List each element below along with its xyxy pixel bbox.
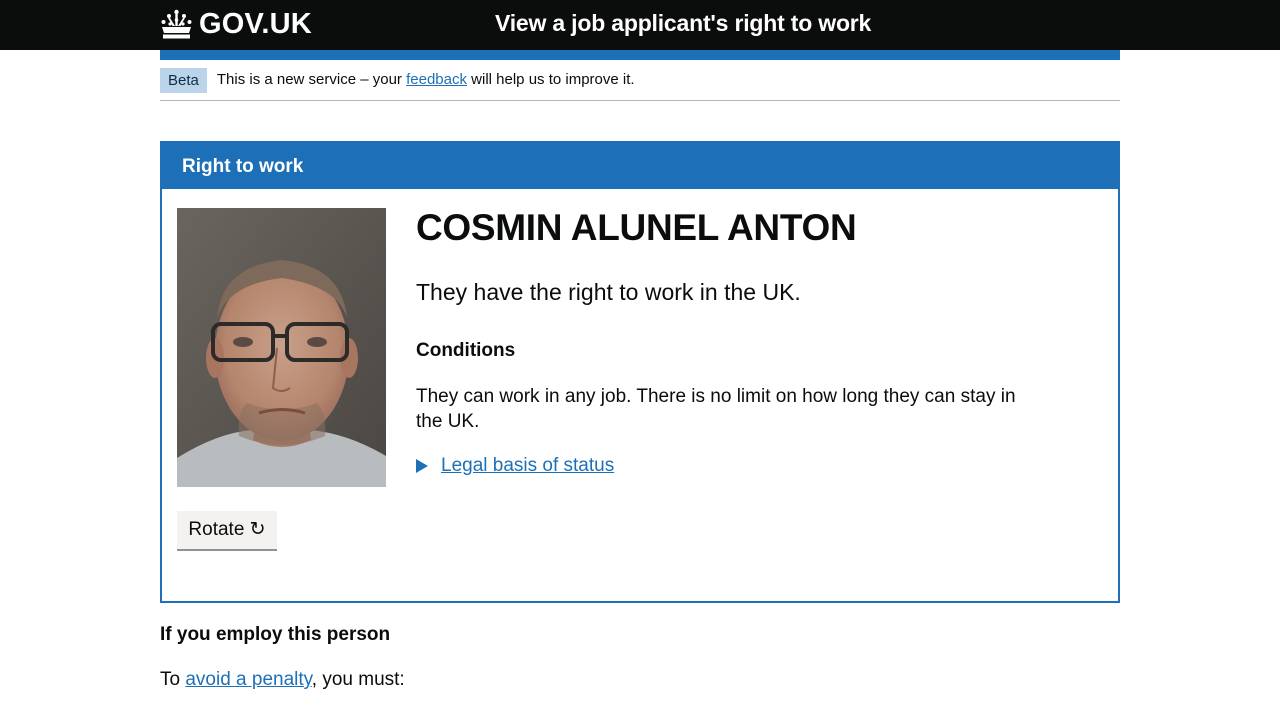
- crown-icon: [160, 9, 193, 40]
- legal-basis-link[interactable]: Legal basis of status: [441, 455, 614, 477]
- employ-text-before: To: [160, 669, 181, 690]
- employ-instructions: To avoid a penalty, you must:: [160, 669, 405, 691]
- rotate-button[interactable]: Rotate ↻: [177, 511, 277, 551]
- govuk-logo-link[interactable]: GOV.UK: [160, 6, 312, 42]
- conditions-text: They can work in any job. There is no li…: [416, 386, 1016, 432]
- right-to-work-status: They have the right to work in the UK.: [416, 279, 801, 305]
- conditions-title: Conditions: [416, 340, 516, 361]
- person-name: COSMIN ALUNEL ANTON: [416, 207, 857, 248]
- phase-banner-text: This is a new service – your feedback wi…: [217, 68, 635, 92]
- header-blue-bar: [160, 50, 1120, 60]
- expand-triangle-icon[interactable]: [416, 459, 428, 473]
- legal-basis-details[interactable]: Legal basis of status: [416, 455, 614, 477]
- govuk-header: GOV.UK View a job applicant's right to w…: [0, 0, 1280, 50]
- employ-text-after: , you must:: [311, 669, 405, 690]
- employ-section-title: If you employ this person: [160, 624, 391, 645]
- service-name[interactable]: View a job applicant's right to work: [495, 10, 871, 37]
- logo-text: GOV.UK: [199, 7, 312, 40]
- phase-banner: Beta This is a new service – your feedba…: [160, 68, 1120, 101]
- applicant-photo: [177, 208, 386, 487]
- beta-tag: Beta: [160, 68, 207, 93]
- panel-heading: Right to work: [162, 143, 1118, 189]
- avoid-penalty-link[interactable]: avoid a penalty: [185, 669, 311, 690]
- phase-text-before: This is a new service – your: [216, 71, 402, 88]
- feedback-link[interactable]: feedback: [406, 71, 467, 88]
- right-to-work-panel: Right to work Rotate ↻ COSMIN ALUNEL ANT…: [160, 141, 1120, 603]
- phase-text-after: will help us to improve it.: [471, 71, 635, 88]
